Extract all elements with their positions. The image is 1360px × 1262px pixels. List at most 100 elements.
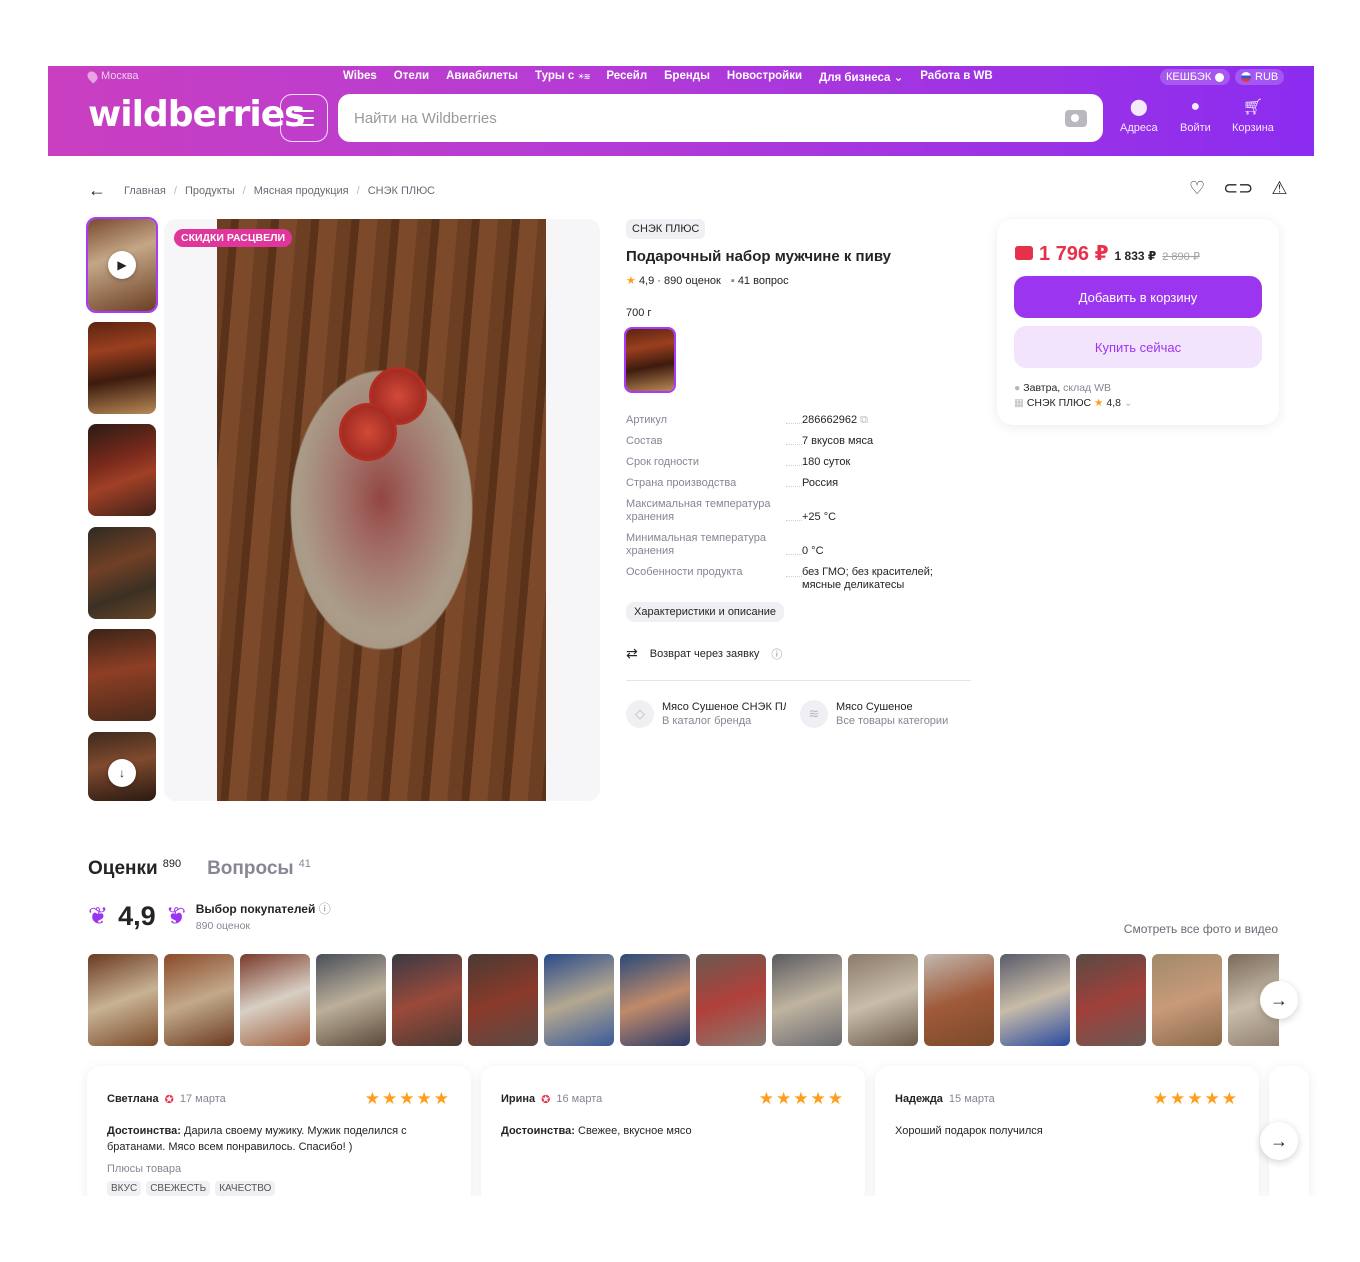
nav-link[interactable]: Работа в WB xyxy=(920,70,992,84)
review-photo[interactable] xyxy=(392,954,462,1046)
stars-rating: ★★★★★ xyxy=(1152,1089,1239,1108)
page-bottom-fade xyxy=(0,1196,1360,1262)
play-icon: ▶ xyxy=(108,251,136,279)
site-header: Москва Wibes Отели Авиабилеты Туры с ☀≋ … xyxy=(48,66,1314,156)
header-login[interactable]: ● Войти xyxy=(1180,98,1211,134)
location-icon xyxy=(85,68,100,84)
brand-chip[interactable]: СНЭК ПЛЮС xyxy=(626,219,706,239)
gallery-thumb[interactable] xyxy=(88,629,156,721)
catalog-menu-button[interactable] xyxy=(280,94,328,142)
all-photos-link[interactable]: Смотреть все фото и видео xyxy=(1124,922,1278,936)
category-link[interactable]: ≋ Мясо Сушеное Все товары категории xyxy=(800,700,948,728)
review-photo[interactable] xyxy=(620,954,690,1046)
review-card[interactable]: Светлана ✪ 17 марта ★★★★★ Достоинства: Д… xyxy=(87,1066,471,1206)
search-input[interactable]: Найти на Wildberries xyxy=(338,94,1103,142)
rating-row: ★ 4,9 · 890 оценок ▪ 41 вопрос xyxy=(626,274,789,288)
info-icon[interactable]: ⓘ xyxy=(319,902,331,916)
review-tag: СВЕЖЕСТЬ xyxy=(146,1181,211,1196)
review-photo[interactable] xyxy=(88,954,158,1046)
spec-row: Особенности продукта без ГМО; без красит… xyxy=(626,566,933,591)
header-cart[interactable]: 🛒︎ Корзина xyxy=(1232,98,1274,134)
report-icon[interactable]: ⚠︎ xyxy=(1271,178,1287,199)
camera-search-icon[interactable] xyxy=(1065,109,1087,127)
nav-link[interactable]: Туры с ☀≋ xyxy=(535,70,590,84)
return-arrows-icon: ⇄ xyxy=(626,645,638,661)
breadcrumb-item[interactable]: Продукты xyxy=(185,185,235,197)
review-photo[interactable] xyxy=(1152,954,1222,1046)
questions-link[interactable]: ▪ 41 вопрос xyxy=(731,275,789,287)
add-to-cart-button[interactable]: Добавить в корзину xyxy=(1014,276,1262,318)
review-photo[interactable] xyxy=(240,954,310,1046)
spec-row: Минимальная температура хранения 0 °C xyxy=(626,532,824,557)
review-photo[interactable] xyxy=(164,954,234,1046)
nav-link[interactable]: Бренды xyxy=(664,70,710,84)
gallery-thumb[interactable] xyxy=(88,424,156,516)
copy-icon[interactable]: ⧉ xyxy=(860,414,868,426)
review-photo[interactable] xyxy=(1000,954,1070,1046)
badge-icon: ✪ xyxy=(164,1093,174,1106)
review-photo[interactable] xyxy=(848,954,918,1046)
review-photo[interactable] xyxy=(924,954,994,1046)
seal-decor xyxy=(339,403,397,461)
city-selector[interactable]: Москва xyxy=(85,68,139,84)
nav-link[interactable]: Новостройки xyxy=(727,70,802,84)
review-photo[interactable] xyxy=(772,954,842,1046)
brand-catalog-link[interactable]: ◇ Мясо Сушеное СНЭК ПЛ В каталог бренда xyxy=(626,700,786,728)
reviews-next-button[interactable]: → xyxy=(1260,1122,1298,1160)
header-addresses[interactable]: ⬤ Адреса xyxy=(1120,98,1158,134)
back-arrow-icon[interactable]: ← xyxy=(88,180,106,201)
price-card: 1 796 ₽ 1 833 ₽ 2 890 ₽ Добавить в корзи… xyxy=(997,219,1279,425)
nav-link[interactable]: Авиабилеты xyxy=(446,70,518,84)
price-row: 1 796 ₽ 1 833 ₽ 2 890 ₽ xyxy=(1015,241,1200,266)
menu-icon xyxy=(294,110,314,112)
heart-icon[interactable]: ♡ xyxy=(1189,178,1205,199)
breadcrumb: ← Главная / Продукты / Мясная продукция / С… xyxy=(88,180,436,201)
breadcrumb-item[interactable]: СНЭК ПЛЮС xyxy=(368,185,435,197)
gallery-thumb[interactable]: ↓ xyxy=(88,732,156,801)
fun-sun-logo-icon: ☀≋ xyxy=(577,72,590,81)
review-photo[interactable] xyxy=(544,954,614,1046)
wildberries-logo[interactable]: wildberries xyxy=(88,94,306,135)
cashback-chip[interactable]: КЕШБЭК xyxy=(1160,69,1231,85)
nav-link-business[interactable]: Для бизнеса ⌄ xyxy=(819,70,903,84)
currency-chip[interactable]: RUB xyxy=(1235,69,1285,85)
review-photos-strip xyxy=(88,954,1279,1046)
flag-icon xyxy=(1241,72,1251,82)
tab-ratings[interactable]: Оценки 890 xyxy=(88,858,181,880)
seller-link[interactable]: ▦ СНЭК ПЛЮС ★ 4,8 ⌄ xyxy=(1014,396,1133,411)
breadcrumb-item[interactable]: Главная xyxy=(124,185,166,197)
spec-row: Максимальная температура хранения +25 °C xyxy=(626,498,837,523)
gallery-thumb[interactable] xyxy=(88,527,156,619)
rating-link[interactable]: ★ 4,9 · 890 оценок xyxy=(626,274,721,287)
nav-link[interactable]: Ресейл xyxy=(606,70,647,84)
characteristics-button[interactable]: Характеристики и описание xyxy=(626,602,784,622)
variant-option[interactable] xyxy=(624,327,676,393)
stars-rating: ★★★★★ xyxy=(758,1089,845,1108)
photos-next-button[interactable]: → xyxy=(1260,981,1298,1019)
price-old: 2 890 ₽ xyxy=(1162,251,1200,263)
gallery-thumb[interactable]: ▶ xyxy=(86,217,158,313)
store-icon: ▦ xyxy=(1014,397,1024,409)
return-info[interactable]: ⇄ Возврат через заявку ⓘ xyxy=(626,645,782,662)
tab-questions[interactable]: Вопросы 41 xyxy=(207,858,311,880)
buy-now-button[interactable]: Купить сейчас xyxy=(1014,326,1262,368)
review-photo[interactable] xyxy=(468,954,538,1046)
product-photo xyxy=(217,219,546,801)
scroll-down-icon[interactable]: ↓ xyxy=(108,759,136,787)
review-photo[interactable] xyxy=(316,954,386,1046)
price-current: 1 833 ₽ xyxy=(1114,249,1157,263)
review-card[interactable]: Надежда 15 марта ★★★★★ Хороший подарок п… xyxy=(875,1066,1259,1206)
star-icon: ★ xyxy=(626,275,636,287)
review-photo[interactable] xyxy=(1076,954,1146,1046)
nav-link[interactable]: Отели xyxy=(394,70,429,84)
gallery-thumb[interactable] xyxy=(88,322,156,414)
review-card[interactable]: Ирина ✪ 16 марта ★★★★★ Достоинства: Свеж… xyxy=(481,1066,865,1206)
nav-link[interactable]: Wibes xyxy=(343,70,377,84)
link-icon[interactable]: ⊂⊃ xyxy=(1223,178,1253,199)
main-product-image[interactable] xyxy=(164,219,600,801)
review-photo[interactable] xyxy=(696,954,766,1046)
laurel-left-icon: ❦ xyxy=(88,902,109,930)
spec-row: Артикул 286662962 ⧉ xyxy=(626,414,868,426)
info-icon xyxy=(1215,72,1225,82)
breadcrumb-item[interactable]: Мясная продукция xyxy=(254,185,349,197)
